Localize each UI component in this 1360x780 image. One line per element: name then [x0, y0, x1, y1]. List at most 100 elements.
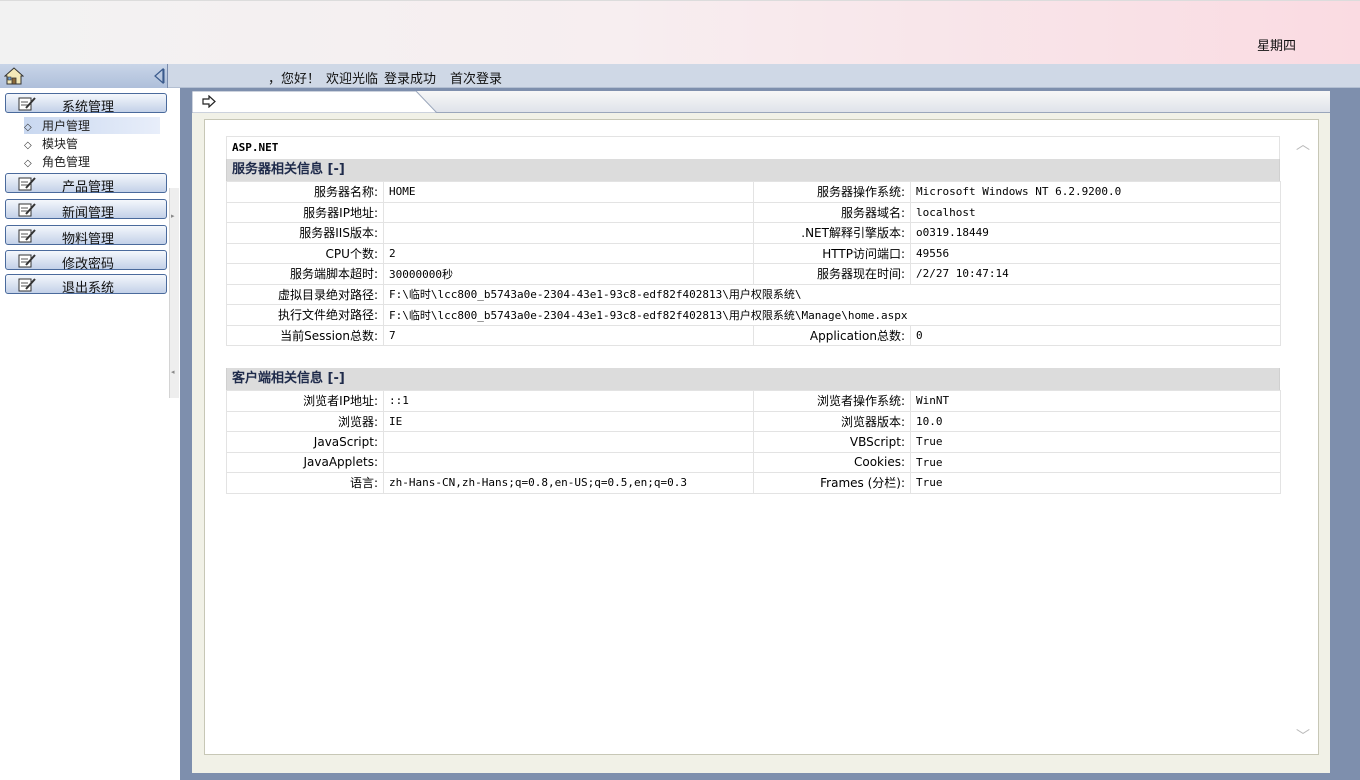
sidebar: 系统管理 ◇ 用户管理 ◇ 模块管 ◇ 角色管理 产品管理 新闻管理 物料管理 修改密…	[0, 88, 180, 780]
info-key: 服务器域名:	[753, 201, 911, 223]
menu-news-management[interactable]: 新闻管理	[5, 199, 167, 221]
edit-icon	[18, 229, 36, 243]
info-key: VBScript:	[753, 431, 911, 453]
menu-system-management[interactable]: 系统管理	[5, 93, 167, 115]
sub-item-role-management[interactable]: ◇ 角色管理	[24, 153, 90, 170]
table-row: 执行文件绝对路径: F:\临时\lcc800_b5743a0e-2304-43e…	[226, 304, 1281, 326]
info-key: 浏览器版本:	[753, 410, 911, 432]
sub-item-label: 用户管理	[42, 119, 91, 133]
table-row: 服务器IP地址: 服务器域名: localhost	[226, 201, 1281, 223]
menu-change-password[interactable]: 修改密码	[5, 250, 167, 272]
login-status-label: 登录成功	[384, 72, 437, 87]
info-key: .NET解释引擎版本:	[753, 222, 911, 244]
home-icon[interactable]	[4, 67, 24, 85]
server-info-header[interactable]: 服务器相关信息 [-]	[226, 159, 1280, 181]
info-key: 浏览者操作系统:	[753, 390, 911, 412]
menu-label: 修改密码	[62, 257, 115, 272]
info-value	[383, 431, 754, 453]
menu-label: 新闻管理	[62, 206, 115, 221]
info-value: HOME	[383, 181, 754, 203]
info-value: Microsoft Windows NT 6.2.9200.0	[910, 181, 1281, 203]
info-key: Frames (分栏):	[753, 472, 911, 494]
welcome-label: 欢迎光临	[326, 72, 379, 87]
info-bar: ，您好！ 欢迎光临 登录成功 首次登录	[0, 64, 1360, 88]
info-key: 当前Session总数:	[226, 324, 384, 346]
info-value: ::1	[383, 390, 754, 412]
table-row: 虚拟目录绝对路径: F:\临时\lcc800_b5743a0e-2304-43e…	[226, 283, 1281, 305]
server-info-table: 服务器名称: HOME 服务器操作系统: Microsoft Windows N…	[226, 181, 1281, 346]
menu-logout[interactable]: 退出系统	[5, 274, 167, 296]
info-key: 语言:	[226, 472, 384, 494]
scroll-up-icon[interactable]: ︿	[1296, 134, 1310, 154]
info-key: Cookies:	[753, 451, 911, 473]
info-key: 执行文件绝对路径:	[226, 304, 384, 326]
menu-product-management[interactable]: 产品管理	[5, 173, 167, 195]
client-info-header[interactable]: 客户端相关信息 [-]	[226, 368, 1280, 390]
menu-label: 产品管理	[62, 180, 115, 195]
info-value: True	[910, 431, 1281, 453]
content-frame: ︿ ﹀ ASP.NET 服务器相关信息 [-] 服务器名称: HOME 服务器操…	[192, 113, 1330, 773]
table-row: 服务器IIS版本: .NET解释引擎版本: o0319.18449	[226, 222, 1281, 244]
client-info-table: 浏览者IP地址: ::1 浏览者操作系统: WinNT 浏览器: IE 浏览器版…	[226, 390, 1281, 494]
sub-item-user-management[interactable]: ◇ 用户管理	[24, 117, 160, 134]
info-key: 虚拟目录绝对路径:	[226, 283, 384, 305]
menu-material-management[interactable]: 物料管理	[5, 225, 167, 247]
edit-icon	[18, 97, 36, 111]
info-value: F:\临时\lcc800_b5743a0e-2304-43e1-93c8-edf…	[383, 283, 1281, 305]
scroll-down-icon[interactable]: ﹀	[1296, 726, 1310, 746]
table-row: 语言: zh-Hans-CN,zh-Hans;q=0.8,en-US;q=0.5…	[226, 472, 1281, 494]
first-login-label: 首次登录	[450, 72, 503, 87]
info-key: 服务器操作系统:	[753, 181, 911, 203]
tab-bar	[192, 91, 1330, 113]
client-info-block: 客户端相关信息 [-] 浏览者IP地址: ::1 浏览者操作系统: WinNT …	[226, 368, 1281, 494]
collapse-left-icon[interactable]	[153, 68, 165, 84]
table-row: 当前Session总数: 7 Application总数: 0	[226, 324, 1281, 346]
info-key: Application总数:	[753, 324, 911, 346]
info-key: 服务器现在时间:	[753, 263, 911, 285]
info-key: CPU个数:	[226, 242, 384, 264]
edit-icon	[18, 278, 36, 292]
table-row: 浏览器: IE 浏览器版本: 10.0	[226, 410, 1281, 432]
info-key: JavaScript:	[226, 431, 384, 453]
info-key: JavaApplets:	[226, 451, 384, 473]
menu-header	[0, 64, 168, 88]
diamond-icon: ◇	[24, 122, 32, 133]
sidebar-scrollbar[interactable]: ▸ ◂	[169, 188, 179, 398]
info-value	[383, 201, 754, 223]
info-key: 服务器IIS版本:	[226, 222, 384, 244]
info-value: localhost	[910, 201, 1281, 223]
info-value: 0	[910, 324, 1281, 346]
info-key: 服务器名称:	[226, 181, 384, 203]
arrow-right-icon	[202, 95, 216, 108]
greeting-label: ，您好！	[268, 72, 321, 87]
greeting-text: ，您好！ 欢迎光临 登录成功 首次登录	[268, 68, 516, 87]
scroll-right-icon[interactable]: ▸	[171, 212, 175, 220]
scroll-left-icon[interactable]: ◂	[171, 368, 175, 376]
server-info-block: ASP.NET 服务器相关信息 [-] 服务器名称: HOME 服务器操作系统:…	[226, 136, 1281, 346]
info-value: True	[910, 472, 1281, 494]
content-panel: ︿ ﹀ ASP.NET 服务器相关信息 [-] 服务器名称: HOME 服务器操…	[204, 119, 1319, 755]
table-row: 浏览者IP地址: ::1 浏览者操作系统: WinNT	[226, 390, 1281, 412]
info-key: 服务端脚本超时:	[226, 263, 384, 285]
sub-item-module-management[interactable]: ◇ 模块管	[24, 135, 78, 152]
info-value: F:\临时\lcc800_b5743a0e-2304-43e1-93c8-edf…	[383, 304, 1281, 326]
info-value: /2/27 10:47:14	[910, 263, 1281, 285]
sub-item-label: 模块管	[42, 137, 79, 151]
diamond-icon: ◇	[24, 158, 32, 169]
info-key: 浏览者IP地址:	[226, 390, 384, 412]
weekday-label: 星期四	[1256, 39, 1296, 54]
info-key: 服务器IP地址:	[226, 201, 384, 223]
sub-item-label: 角色管理	[42, 155, 91, 169]
info-key: HTTP访问端口:	[753, 242, 911, 264]
info-value: 7	[383, 324, 754, 346]
edit-icon	[18, 203, 36, 217]
main-area: ︿ ﹀ ASP.NET 服务器相关信息 [-] 服务器名称: HOME 服务器操…	[180, 88, 1360, 780]
table-row: JavaScript: VBScript: True	[226, 431, 1281, 453]
info-value: o0319.18449	[910, 222, 1281, 244]
edit-icon	[18, 177, 36, 191]
info-value: WinNT	[910, 390, 1281, 412]
table-row: CPU个数: 2 HTTP访问端口: 49556	[226, 242, 1281, 264]
info-value: 10.0	[910, 410, 1281, 432]
asp-title: ASP.NET	[226, 136, 1280, 159]
tab-home[interactable]	[192, 91, 437, 113]
